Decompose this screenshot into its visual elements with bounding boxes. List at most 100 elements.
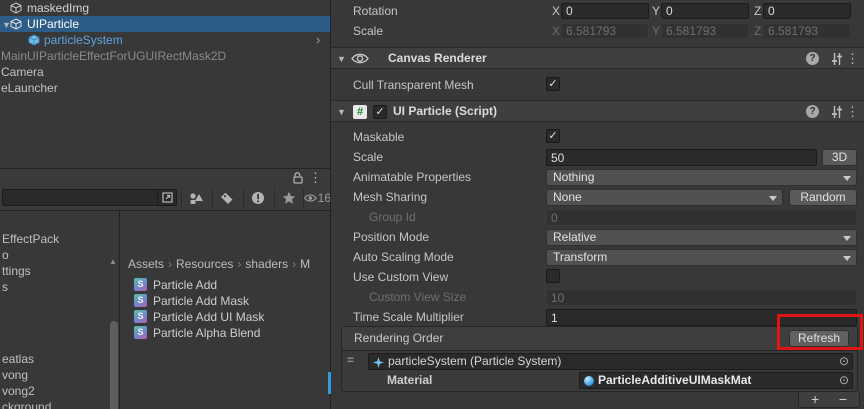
breadcrumb-separator: › xyxy=(237,257,242,271)
group-id-label: Group Id xyxy=(369,210,416,224)
ui-particle-header[interactable]: ▼ # ✓ UI Particle (Script) ? ⋮ xyxy=(331,100,864,122)
folder-label: vong2 xyxy=(2,384,35,398)
rendering-order-label: Rendering Order xyxy=(354,331,444,345)
material-label: Material xyxy=(387,373,433,387)
component-enabled-checkbox[interactable]: ✓ xyxy=(373,105,387,119)
folder-label: o xyxy=(2,248,9,262)
axis-x-label: X xyxy=(552,4,561,18)
hierarchy-item-camera[interactable]: Camera xyxy=(0,64,330,80)
asset-item-particle-add-ui-mask[interactable]: S Particle Add UI Mask xyxy=(120,309,330,325)
canvas-renderer-header[interactable]: ▼ Canvas Renderer ? ⋮ xyxy=(331,47,864,69)
search-by-type-icon[interactable] xyxy=(181,188,210,208)
refresh-highlight-annotation xyxy=(777,314,863,350)
asset-label: Particle Add UI Mask xyxy=(153,310,265,324)
folder-item[interactable]: eatlas xyxy=(2,351,118,367)
use-custom-view-checkbox[interactable] xyxy=(546,269,560,283)
cull-transparent-mesh-label: Cull Transparent Mesh xyxy=(353,78,474,92)
canvas-renderer-icon xyxy=(351,52,369,65)
breadcrumb-shaders[interactable]: shaders xyxy=(245,257,288,271)
position-mode-dropdown[interactable]: Relative xyxy=(546,229,857,246)
object-picker-icon[interactable]: ⊙ xyxy=(839,373,849,388)
project-search-input[interactable] xyxy=(2,189,158,206)
hierarchy-item-particlesystem[interactable]: particleSystem › xyxy=(0,32,330,48)
unity-editor-window: maskedImg ▼ UIParticle particleSystem › … xyxy=(0,0,864,409)
search-by-label-tag-icon[interactable] xyxy=(212,188,241,208)
visible-items-toggle[interactable]: 16 xyxy=(303,188,330,208)
project-panel: ⋮ 16 EffectPack o ttings s eatlas vong v… xyxy=(0,168,330,409)
asset-item-particle-add[interactable]: S Particle Add xyxy=(120,277,330,293)
material-sphere-icon xyxy=(584,376,594,386)
help-icon[interactable]: ? xyxy=(806,105,819,118)
component-title: Canvas Renderer xyxy=(388,51,487,65)
breadcrumb-assets[interactable]: Assets xyxy=(128,257,164,271)
maskable-label: Maskable xyxy=(353,130,405,144)
folder-item[interactable]: o xyxy=(2,247,118,263)
scale-label: Scale xyxy=(353,24,384,38)
object-picker-icon[interactable]: ⊙ xyxy=(839,354,849,369)
component-menu-kebab-icon[interactable]: ⋮ xyxy=(846,51,859,67)
maskable-checkbox[interactable]: ✓ xyxy=(546,129,560,143)
drag-handle-icon[interactable]: = xyxy=(347,353,354,367)
animatable-properties-dropdown[interactable]: Nothing xyxy=(546,169,857,186)
folder-item[interactable]: vong xyxy=(2,367,118,383)
rotation-x-field[interactable] xyxy=(561,3,649,19)
scrollbar-accent-strip[interactable] xyxy=(328,372,331,394)
folder-item[interactable]: s xyxy=(2,279,118,295)
alert-circle-icon[interactable] xyxy=(243,188,272,208)
remove-item-button[interactable]: − xyxy=(839,391,847,407)
hierarchy-item-label: MainUIParticleEffectForUGUIRectMask2D xyxy=(1,49,227,63)
favorites-star-icon[interactable] xyxy=(274,188,303,208)
folder-item[interactable]: vong2 xyxy=(2,383,118,399)
presets-icon[interactable] xyxy=(831,53,843,65)
prefab-cube-icon xyxy=(28,34,40,46)
hierarchy-item-scene[interactable]: MainUIParticleEffectForUGUIRectMask2D xyxy=(0,48,330,64)
panel-menu-kebab-icon[interactable]: ⋮ xyxy=(309,170,322,186)
rotation-y-field[interactable] xyxy=(661,3,749,19)
folder-item[interactable]: EffectPack xyxy=(2,231,118,247)
asset-item-particle-alpha-blend[interactable]: S Particle Alpha Blend xyxy=(120,325,330,341)
search-expand-icon[interactable] xyxy=(158,189,177,206)
chevron-down-icon xyxy=(843,256,851,261)
breadcrumb-current[interactable]: M xyxy=(300,257,310,271)
rotation-z-field[interactable] xyxy=(763,3,851,19)
breadcrumb-resources[interactable]: Resources xyxy=(176,257,233,271)
foldout-arrow-icon[interactable]: ▼ xyxy=(337,107,346,117)
object-field-label: particleSystem (Particle System) xyxy=(388,354,562,368)
folder-scrollbar-thumb[interactable] xyxy=(110,321,118,409)
hierarchy-item-elauncher[interactable]: eLauncher xyxy=(0,80,330,96)
folder-item[interactable]: ttings xyxy=(2,263,118,279)
particle-scale-label: Scale xyxy=(353,150,384,164)
unlock-icon[interactable] xyxy=(293,172,304,184)
chevron-down-icon xyxy=(843,176,851,181)
component-menu-kebab-icon[interactable]: ⋮ xyxy=(846,104,859,120)
foldout-arrow-icon[interactable]: ▼ xyxy=(337,54,346,64)
gameobject-cube-icon xyxy=(10,18,22,30)
hierarchy-item-label: Camera xyxy=(1,65,44,79)
breadcrumb-separator: › xyxy=(168,257,173,271)
axis-z-label: Z xyxy=(754,24,762,38)
rendering-order-row[interactable]: = particleSystem (Particle System) ⊙ xyxy=(342,351,857,371)
asset-label: Particle Add Mask xyxy=(153,294,250,308)
time-scale-multiplier-label: Time Scale Multiplier xyxy=(353,310,464,324)
dropdown-value: Transform xyxy=(553,250,608,264)
particle-system-object-field[interactable]: particleSystem (Particle System) ⊙ xyxy=(368,353,853,370)
add-item-button[interactable]: + xyxy=(811,391,819,407)
asset-label: Particle Add xyxy=(153,278,218,292)
random-button[interactable]: Random xyxy=(789,189,857,206)
scroll-up-arrow-icon[interactable]: ▲ xyxy=(109,257,117,266)
cull-transparent-mesh-checkbox[interactable]: ✓ xyxy=(546,77,560,91)
scale-3d-button[interactable]: 3D xyxy=(822,149,857,166)
rotation-label: Rotation xyxy=(353,4,398,18)
presets-icon[interactable] xyxy=(831,106,843,118)
chevron-right-icon[interactable]: › xyxy=(316,32,320,48)
mesh-sharing-dropdown[interactable]: None xyxy=(546,189,783,206)
hierarchy-item-maskedimg[interactable]: maskedImg xyxy=(0,0,330,16)
project-folder-column: EffectPack o ttings s eatlas vong vong2 … xyxy=(0,211,120,409)
folder-item[interactable]: ckground xyxy=(2,399,118,409)
hierarchy-item-uiparticle[interactable]: ▼ UIParticle xyxy=(0,16,330,32)
material-object-field[interactable]: ParticleAdditiveUIMaskMat ⊙ xyxy=(579,372,853,389)
asset-item-particle-add-mask[interactable]: S Particle Add Mask xyxy=(120,293,330,309)
help-icon[interactable]: ? xyxy=(806,52,819,65)
auto-scaling-mode-dropdown[interactable]: Transform xyxy=(546,249,857,266)
particle-scale-field[interactable] xyxy=(546,149,817,166)
